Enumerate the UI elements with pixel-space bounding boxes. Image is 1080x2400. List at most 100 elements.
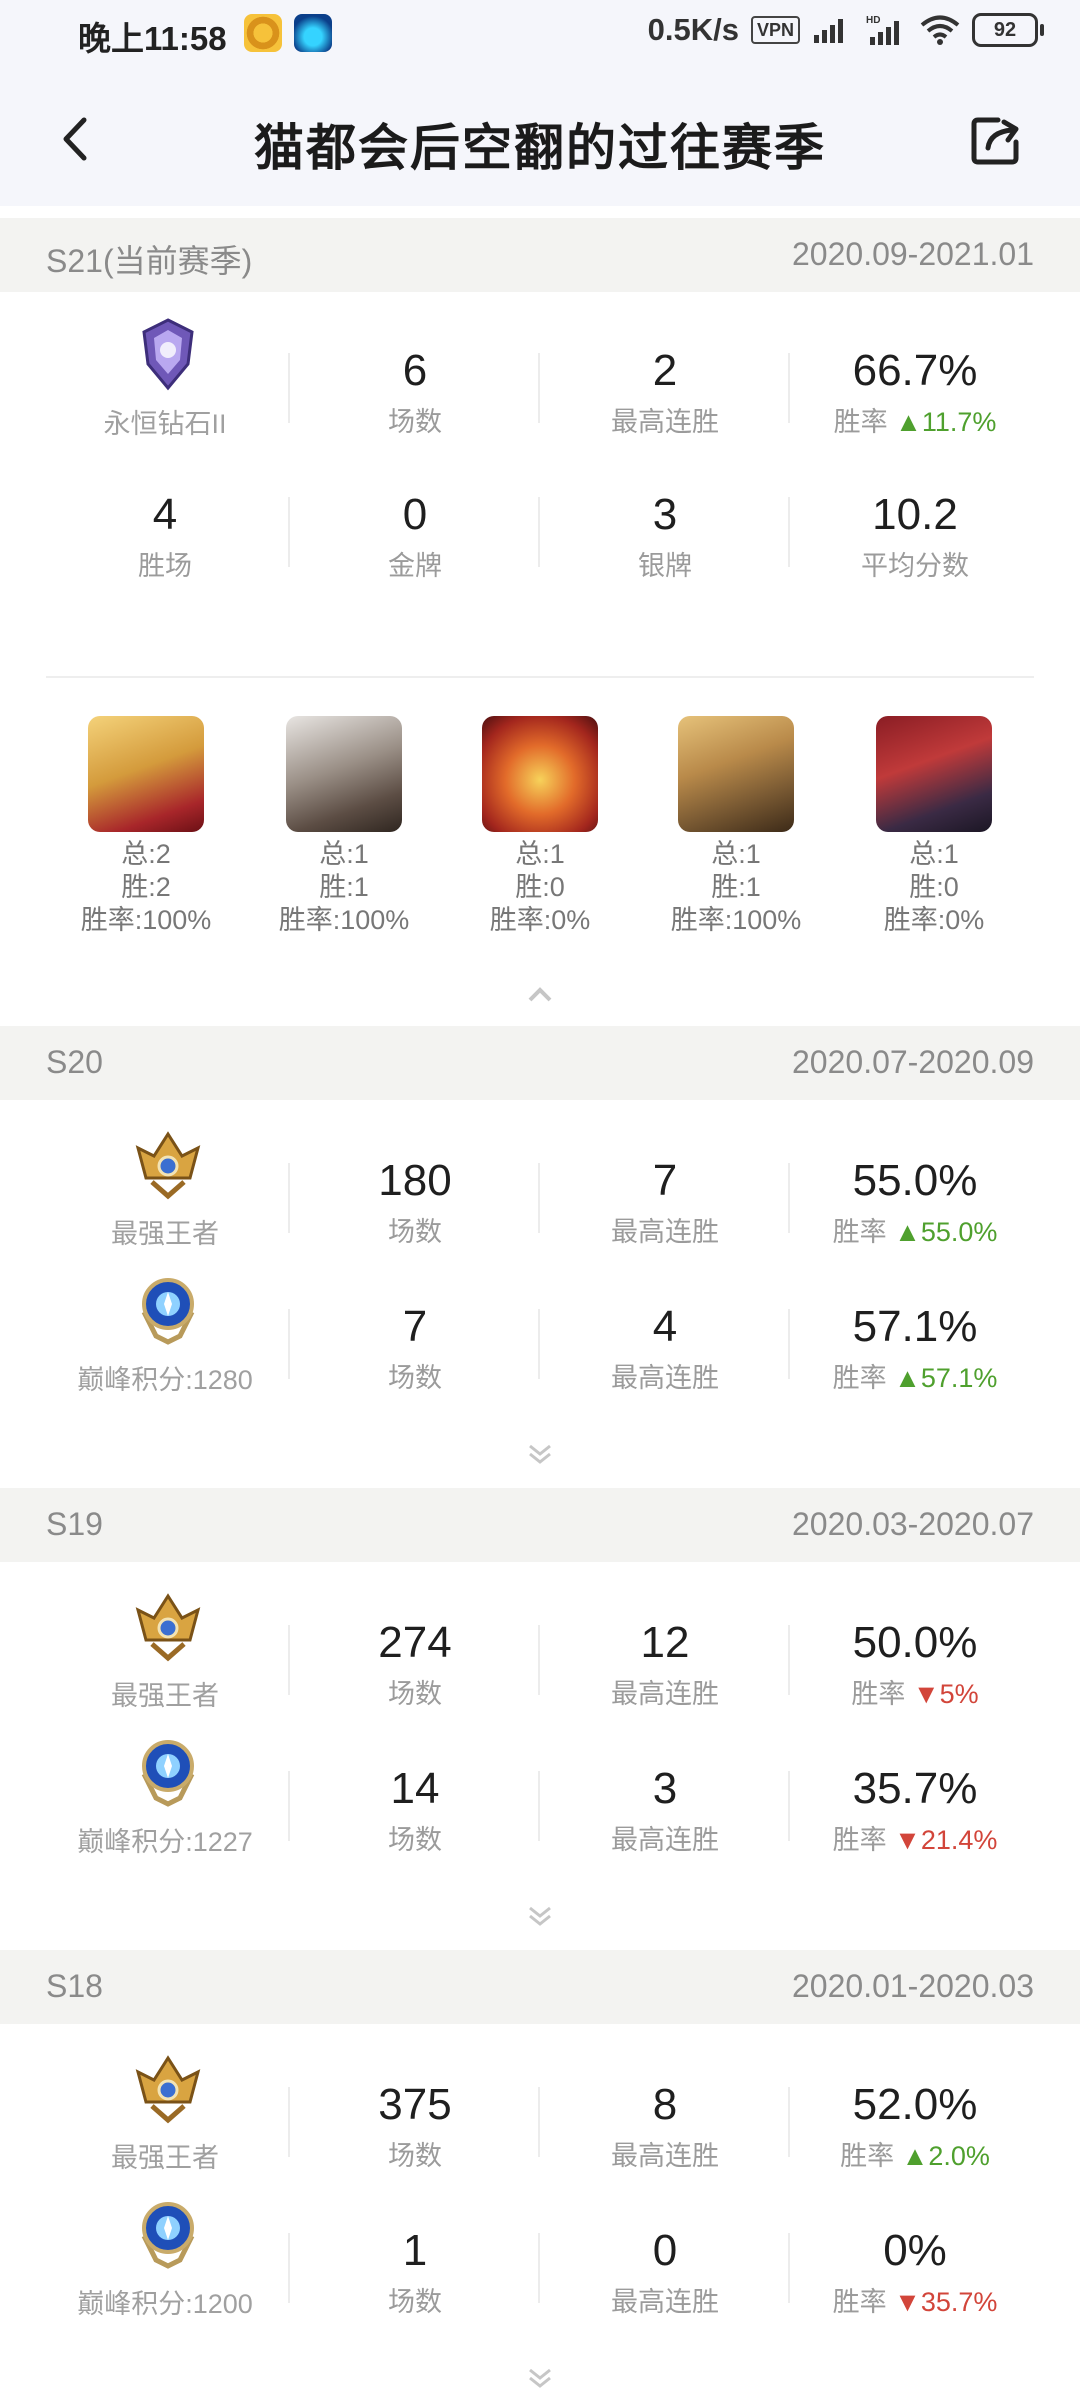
games-cell: 6 场数 [290, 318, 540, 448]
signal-hd-icon: HD [866, 15, 899, 45]
season-row: 最强王者 180 场数 7 最高连胜 55.0% 胜率 ▲55.0% [0, 1128, 1080, 1258]
stat-value: 3 [652, 490, 678, 539]
peak-rank-icon [141, 1740, 195, 1807]
season-header-s20[interactable]: S20 2020.07-2020.09 [0, 1026, 1080, 1100]
games-value: 274 [378, 1618, 452, 1667]
expand-chevron-icon[interactable] [520, 1904, 560, 1928]
winrate-label-line: 胜率 ▲57.1% [790, 1356, 1040, 1395]
hero-card[interactable]: 总:2 胜:2 胜率:100% [46, 716, 246, 937]
rank-label: 最强王者 [111, 2143, 219, 2173]
games-label: 场数 [388, 2287, 442, 2317]
hero-rate: 胜率:100% [670, 905, 802, 935]
king-rank-icon [135, 1131, 201, 1200]
season-name: S19 [46, 1506, 103, 1542]
winrate-cell: 52.0% 胜率 ▲2.0% [790, 2052, 1040, 2182]
season-header-s18[interactable]: S18 2020.01-2020.03 [0, 1950, 1080, 2024]
streak-value: 12 [640, 1618, 690, 1667]
season-header-s19[interactable]: S19 2020.03-2020.07 [0, 1488, 1080, 1562]
winrate-delta: 21.4% [920, 1825, 998, 1855]
season-range: 2020.01-2020.03 [792, 1968, 1034, 2004]
rank-cell: 巅峰积分:1280 [40, 1274, 290, 1404]
hero-total: 总:1 [711, 839, 761, 869]
rank-label: 巅峰积分:1227 [77, 1827, 253, 1857]
games-cell: 375 场数 [290, 2052, 540, 2182]
rank-label: 巅峰积分:1280 [77, 1365, 253, 1395]
streak-label: 最高连胜 [611, 1825, 719, 1855]
winrate-cell: 66.7% 胜率 ▲11.7% [790, 318, 1040, 448]
rank-cell: 永恒钻石II [40, 318, 290, 448]
hero-portrait [286, 716, 402, 832]
network-speed: 0.5K/s [647, 12, 739, 47]
season-row: 永恒钻石II 6 场数 2 最高连胜 66.7% 胜率 ▲11.7% [0, 318, 1080, 448]
streak-label: 最高连胜 [611, 407, 719, 437]
season-range: 2020.09-2021.01 [792, 236, 1034, 272]
winrate-label-line: 胜率 ▲11.7% [790, 400, 1040, 439]
season-header-s21[interactable]: S21(当前赛季) 2020.09-2021.01 [0, 218, 1080, 292]
games-cell: 274 场数 [290, 1590, 540, 1720]
games-value: 14 [390, 1764, 440, 1813]
status-time: 晚上11:58 [78, 20, 227, 57]
games-value: 6 [402, 346, 428, 395]
stat-label: 平均分数 [861, 551, 969, 581]
app-header: 猫都会后空翻的过往赛季 [0, 66, 1080, 206]
hero-rate: 胜率:100% [278, 905, 410, 935]
hero-card[interactable]: 总:1 胜:0 胜率:0% [834, 716, 1034, 937]
winrate-label-line: 胜率 ▼35.7% [790, 2280, 1040, 2319]
winrate-delta: 35.7% [920, 2287, 998, 2317]
hero-rate: 胜率:100% [80, 905, 212, 935]
rank-label: 永恒钻石II [103, 409, 227, 439]
winrate-value: 55.0% [852, 1156, 978, 1205]
winrate-label: 胜率 [833, 407, 888, 437]
winrate-label-line: 胜率 ▼21.4% [790, 1818, 1040, 1857]
hero-total: 总:1 [515, 839, 565, 869]
status-bar: 晚上11:58 0.5K/s VPN HD 92 [0, 0, 1080, 66]
expand-chevron-icon[interactable] [520, 2366, 560, 2390]
season-stats-row: 4 胜场 0 金牌 3 银牌 10.2 平均分数 [0, 462, 1080, 592]
games-cell: 7 场数 [290, 1274, 540, 1404]
delta-down-icon: ▼ [894, 2287, 921, 2317]
games-value: 7 [402, 1302, 428, 1351]
stat-cell: 3 银牌 [540, 462, 790, 592]
hero-wins: 胜:0 [909, 872, 959, 902]
vpn-icon: VPN [750, 16, 800, 44]
rank-label: 最强王者 [111, 1219, 219, 1249]
games-label: 场数 [388, 407, 442, 437]
stat-cell: 4 胜场 [40, 462, 290, 592]
hero-card[interactable]: 总:1 胜:1 胜率:100% [636, 716, 836, 937]
season-row: 巅峰积分:1280 7 场数 4 最高连胜 57.1% 胜率 ▲57.1% [0, 1274, 1080, 1404]
winrate-value: 50.0% [852, 1618, 978, 1667]
season-row: 最强王者 375 场数 8 最高连胜 52.0% 胜率 ▲2.0% [0, 2052, 1080, 2182]
games-label: 场数 [388, 2141, 442, 2171]
hero-portrait [88, 716, 204, 832]
games-cell: 14 场数 [290, 1736, 540, 1866]
season-name: S21(当前赛季) [46, 243, 253, 279]
rank-cell: 巅峰积分:1200 [40, 2198, 290, 2328]
expand-chevron-icon[interactable] [520, 1442, 560, 1466]
diamond-rank-icon [142, 318, 194, 391]
hero-total: 总:1 [909, 839, 959, 869]
season-name: S18 [46, 1968, 103, 2004]
winrate-delta: 2.0% [928, 2141, 990, 2171]
streak-label: 最高连胜 [611, 1363, 719, 1393]
winrate-label-line: 胜率 ▲55.0% [790, 1210, 1040, 1249]
streak-cell: 0 最高连胜 [540, 2198, 790, 2328]
collapse-chevron-icon[interactable] [520, 982, 560, 1006]
winrate-label-line: 胜率 ▲2.0% [790, 2134, 1040, 2173]
rank-cell: 巅峰积分:1227 [40, 1736, 290, 1866]
streak-cell: 12 最高连胜 [540, 1590, 790, 1720]
delta-down-icon: ▼ [894, 1825, 921, 1855]
winrate-label: 胜率 [832, 2287, 887, 2317]
streak-cell: 4 最高连胜 [540, 1274, 790, 1404]
section-divider [46, 676, 1034, 678]
hero-rate: 胜率:0% [489, 905, 591, 935]
share-icon[interactable] [968, 112, 1024, 168]
season-row: 巅峰积分:1200 1 场数 0 最高连胜 0% 胜率 ▼35.7% [0, 2198, 1080, 2328]
streak-value: 3 [652, 1764, 678, 1813]
winrate-value: 66.7% [852, 346, 978, 395]
hero-card[interactable]: 总:1 胜:1 胜率:100% [244, 716, 444, 937]
winrate-value: 57.1% [852, 1302, 978, 1351]
hero-card[interactable]: 总:1 胜:0 胜率:0% [440, 716, 640, 937]
app-notification-icon [244, 14, 282, 52]
hero-total: 总:1 [319, 839, 369, 869]
winrate-cell: 0% 胜率 ▼35.7% [790, 2198, 1040, 2328]
